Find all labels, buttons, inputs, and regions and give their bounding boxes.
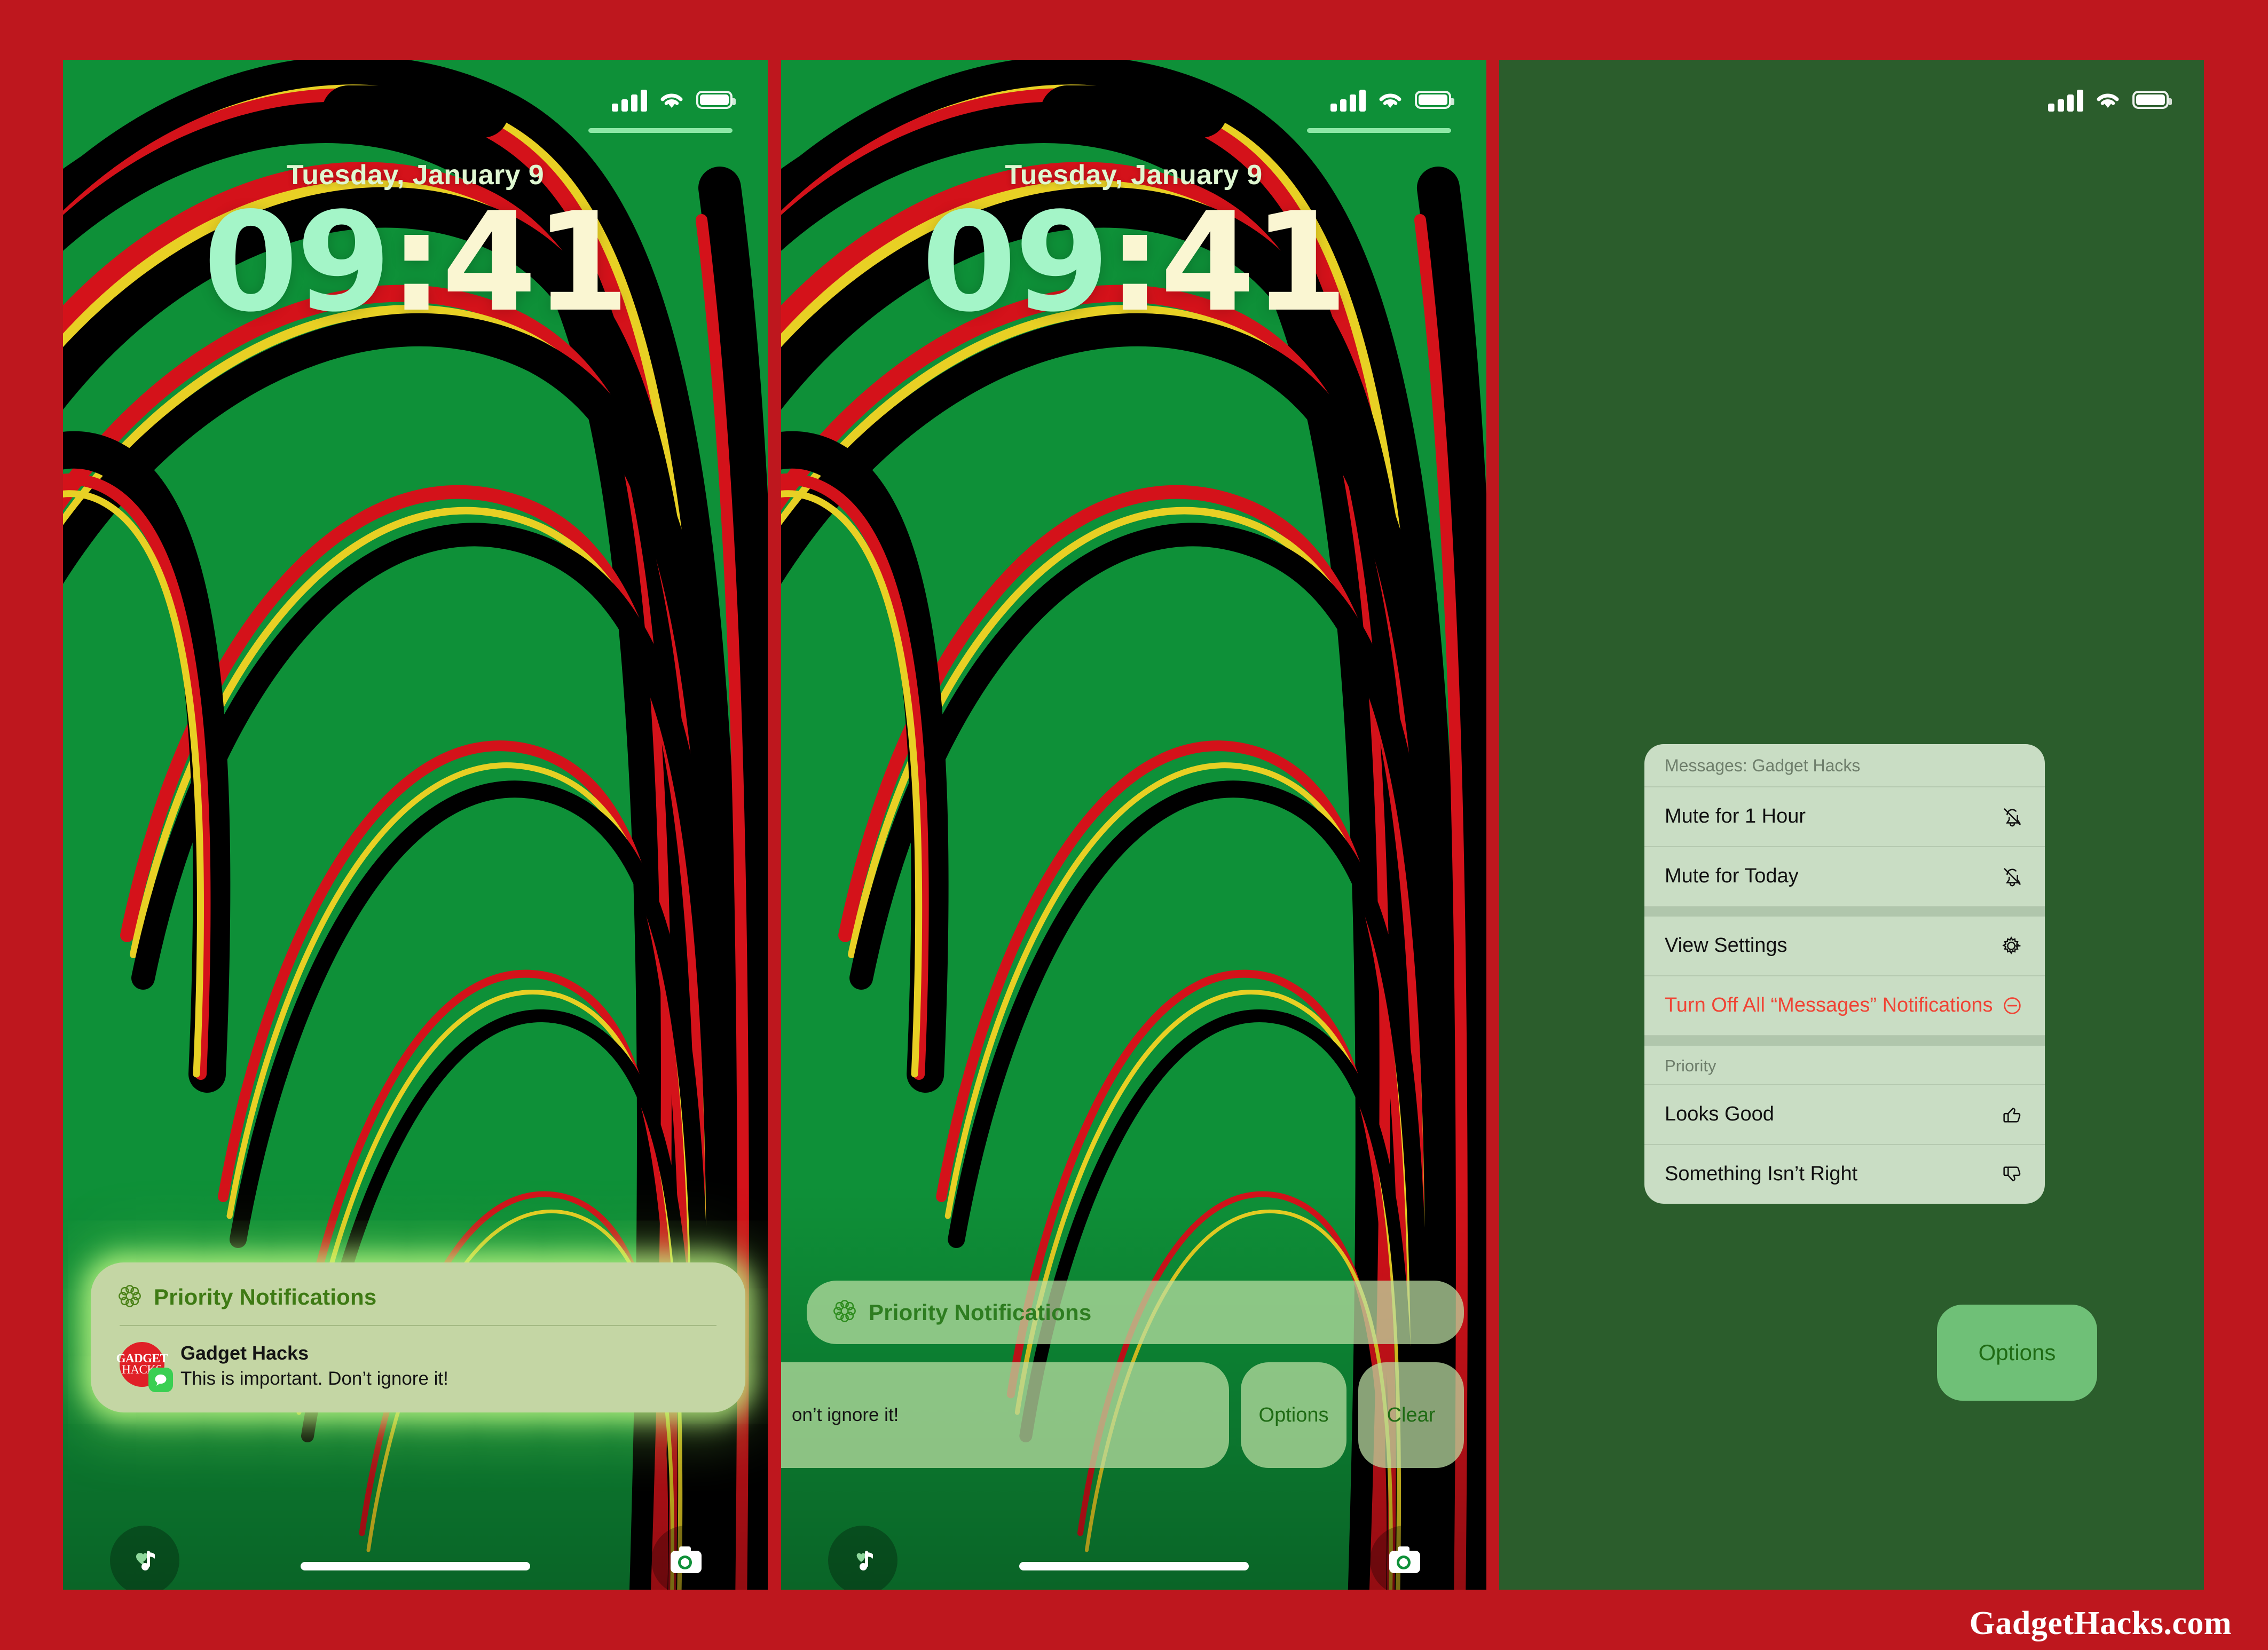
cellular-signal-icon <box>1330 88 1366 112</box>
wifi-icon <box>659 90 684 109</box>
battery-charge-indicator <box>1307 128 1451 133</box>
menu-item-mute-today[interactable]: Mute for Today <box>1644 847 2045 907</box>
notification-context-menu: Messages: Gadget Hacks Mute for 1 Hour M… <box>1644 744 2045 1204</box>
menu-item-view-settings[interactable]: View Settings <box>1644 917 2045 976</box>
lockscreen-clock: Tuesday, January 9 09:41 <box>63 159 768 331</box>
battery-charge-indicator <box>588 128 733 133</box>
thumbs-up-icon <box>1998 1100 2027 1129</box>
battery-icon <box>2132 91 2172 109</box>
notification-message: This is important. Don’t ignore it! <box>180 1368 448 1390</box>
phone-screen-panel-3: Messages: Gadget Hacks Mute for 1 Hour M… <box>1499 60 2204 1590</box>
thumbs-down-icon <box>1998 1160 2027 1189</box>
menu-item-label: Mute for Today <box>1665 865 1799 888</box>
apple-intelligence-flower-icon <box>832 1299 857 1326</box>
camera-icon[interactable] <box>1370 1526 1439 1590</box>
swiped-notification-row: on’t ignore it! Options Clear <box>781 1362 1464 1468</box>
notification-row[interactable]: GADGET HACKS Gadget Hacks This is import… <box>116 1326 720 1394</box>
menu-item-label: Turn Off All “Messages” Notifications <box>1665 994 1993 1017</box>
menu-item-turn-off-all-notifications[interactable]: Turn Off All “Messages” Notifications <box>1644 976 2045 1036</box>
clock-minutes: 41 <box>442 183 629 342</box>
camera-icon[interactable] <box>651 1526 721 1590</box>
options-button[interactable]: Options <box>1241 1362 1346 1468</box>
lockscreen-clock: Tuesday, January 9 09:41 <box>781 159 1486 331</box>
priority-notification-label: Priority Notifications <box>869 1299 1092 1325</box>
menu-group-separator <box>1644 1036 2045 1046</box>
cellular-signal-icon <box>612 88 647 112</box>
minus-circle-icon <box>1998 991 2027 1020</box>
clear-button[interactable]: Clear <box>1358 1362 1464 1468</box>
apple-intelligence-flower-icon <box>117 1284 142 1311</box>
lockscreen-time: 09:41 <box>63 194 768 331</box>
menu-item-label: Mute for 1 Hour <box>1665 805 1806 828</box>
clock-minutes: 41 <box>1160 183 1348 342</box>
truncated-message: on’t ignore it! <box>792 1404 899 1425</box>
avatar-line-1: GADGET <box>116 1352 168 1365</box>
menu-item-label: Something Isn’t Right <box>1665 1163 1858 1186</box>
clock-separator: : <box>389 183 444 342</box>
clock-separator: : <box>1107 183 1162 342</box>
bell-slash-icon <box>1998 862 2027 891</box>
menu-item-label: Looks Good <box>1665 1103 1774 1126</box>
clock-hours: 09 <box>203 183 391 342</box>
battery-icon <box>696 91 736 109</box>
screenshot-canvas: Tuesday, January 9 09:41 Priority Notifi… <box>0 0 2268 1650</box>
menu-item-label: View Settings <box>1665 934 1787 957</box>
menu-group-separator <box>1644 907 2045 917</box>
messages-app-icon <box>148 1367 173 1392</box>
menu-item-mute-1-hour[interactable]: Mute for 1 Hour <box>1644 787 2045 847</box>
battery-icon <box>1415 91 1454 109</box>
phone-screen-panel-1: Tuesday, January 9 09:41 Priority Notifi… <box>63 60 768 1590</box>
priority-notification-header: Priority Notifications <box>116 1281 720 1325</box>
wifi-icon <box>2095 90 2121 109</box>
options-button[interactable]: Options <box>1937 1305 2097 1401</box>
site-watermark: GadgetHacks.com <box>1969 1605 2232 1641</box>
context-menu-header: Messages: Gadget Hacks <box>1644 744 2045 787</box>
avatar: GADGET HACKS <box>116 1341 173 1392</box>
status-bar <box>1499 60 2204 140</box>
home-indicator[interactable] <box>301 1562 530 1570</box>
notification-app-name: Gadget Hacks <box>180 1341 309 1364</box>
clock-hours: 09 <box>922 183 1109 342</box>
music-recognition-icon[interactable] <box>110 1526 179 1590</box>
notification-text: Gadget Hacks This is important. Don’t ig… <box>180 1342 448 1391</box>
cellular-signal-icon <box>2048 88 2083 112</box>
priority-notification-card[interactable]: Priority Notifications GADGET HACKS Gadg… <box>91 1262 745 1412</box>
priority-notifications-banner[interactable]: Priority Notifications <box>807 1281 1464 1344</box>
wifi-icon <box>1377 90 1403 109</box>
phone-screen-panel-2: Tuesday, January 9 09:41 Priority Notifi… <box>781 60 1486 1590</box>
swiped-notification-card[interactable]: on’t ignore it! <box>781 1362 1229 1468</box>
bell-slash-icon <box>1998 802 2027 831</box>
menu-item-looks-good[interactable]: Looks Good <box>1644 1085 2045 1145</box>
music-recognition-icon[interactable] <box>828 1526 897 1590</box>
menu-subheader-priority: Priority <box>1644 1046 2045 1085</box>
menu-item-something-isnt-right[interactable]: Something Isn’t Right <box>1644 1145 2045 1204</box>
lockscreen-time: 09:41 <box>781 194 1486 331</box>
gear-icon <box>1998 931 2027 960</box>
home-indicator[interactable] <box>1019 1562 1249 1570</box>
priority-notification-label: Priority Notifications <box>154 1284 377 1310</box>
